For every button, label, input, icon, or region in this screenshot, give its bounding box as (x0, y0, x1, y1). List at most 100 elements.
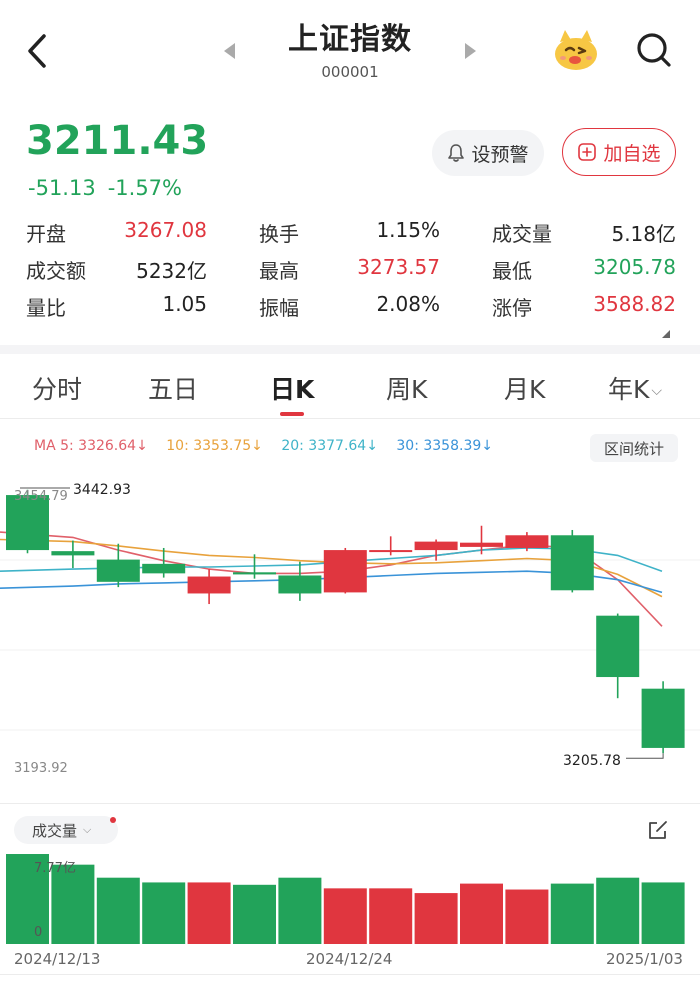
volume-bar (596, 877, 640, 944)
stat-value: 3267.08 (124, 218, 207, 242)
notification-dot (110, 817, 116, 823)
stat-high: 最高 3273.57 (259, 255, 492, 284)
range-stats-button[interactable]: 区间统计 (590, 434, 678, 462)
stat-volume: 成交量 5.18亿 (492, 218, 676, 247)
candle-body (96, 559, 140, 582)
stat-value: 5232亿 (136, 259, 207, 283)
stat-label: 最低 (492, 259, 532, 283)
stat-label: 成交量 (492, 222, 552, 246)
volume-bar (96, 877, 140, 944)
candle-body (323, 550, 367, 593)
stats-row: 开盘 3267.08 换手 1.15% 成交量 5.18亿 (26, 214, 676, 251)
volume-bar (278, 877, 322, 944)
bell-icon (448, 144, 465, 162)
volume-bar (369, 888, 413, 944)
date-mid: 2024/12/24 (306, 950, 393, 968)
low-annotation-line (626, 753, 664, 759)
search-icon (637, 33, 671, 67)
volume-bar (505, 889, 549, 944)
next-stock-button[interactable] (462, 42, 478, 60)
stat-value: 3588.82 (593, 292, 676, 316)
stat-label: 量比 (26, 296, 66, 320)
back-button[interactable] (18, 28, 58, 74)
tab-monthly-k[interactable]: 月K (504, 370, 545, 406)
mascot-icon[interactable] (552, 28, 600, 72)
candle-body (278, 575, 322, 594)
volume-bar (51, 864, 95, 944)
candle-body (550, 535, 594, 591)
stat-value: 1.15% (376, 218, 440, 242)
set-alert-button[interactable]: 设预警 (432, 130, 544, 176)
set-alert-label: 设预警 (471, 143, 529, 166)
tab-five-day[interactable]: 五日 (148, 370, 198, 406)
stat-open: 开盘 3267.08 (26, 218, 259, 247)
candle-body (233, 572, 276, 575)
candle-body (596, 615, 640, 678)
period-tabs: 分时 五日 日K 周K 月K 年K ⌵ (0, 360, 700, 418)
stat-limit-up: 涨停 3588.82 (492, 292, 676, 321)
volume-indicator-label: 成交量 (32, 821, 78, 840)
ma10-legend: 10: 3353.75↓ (166, 438, 263, 454)
tab-intraday[interactable]: 分时 (32, 370, 82, 406)
prev-stock-button[interactable] (222, 42, 238, 60)
price-axis-max: 3454.79 (14, 489, 68, 504)
change-percent: -1.57% (107, 176, 182, 200)
search-button[interactable] (634, 30, 674, 70)
stat-label: 成交额 (26, 259, 86, 283)
stats-grid: 开盘 3267.08 换手 1.15% 成交量 5.18亿 成交额 5232亿 最高 32… (26, 214, 676, 325)
ma20-legend: 20: 3377.64↓ (281, 438, 378, 454)
candle-body (187, 576, 231, 594)
add-favorite-label: 加自选 (603, 142, 661, 165)
add-favorite-button[interactable]: 加自选 (562, 128, 676, 176)
stat-label: 振幅 (259, 296, 299, 320)
volume-divider (0, 803, 700, 804)
change-amount: -51.13 (28, 176, 96, 200)
stat-value: 1.05 (162, 292, 207, 316)
price-axis-min: 3193.92 (14, 761, 68, 776)
volume-bar (641, 882, 685, 944)
volume-bar (142, 882, 186, 944)
stat-amount: 成交额 5232亿 (26, 255, 259, 284)
current-price: 3211.43 (26, 118, 209, 164)
volume-bar (233, 884, 276, 944)
volume-bar (414, 893, 458, 944)
stat-value: 3273.57 (357, 255, 440, 279)
high-annotation: 3442.93 (73, 482, 131, 498)
ma-legend: MA 5: 3326.64↓ 10: 3353.75↓ 20: 3377.64↓… (34, 438, 507, 454)
stat-label: 涨停 (492, 296, 532, 320)
stat-value: 5.18亿 (611, 222, 676, 246)
triangle-right-icon (465, 43, 476, 59)
stats-row: 量比 1.05 振幅 2.08% 涨停 3588.82 (26, 288, 676, 325)
candle-body (51, 551, 95, 556)
volume-bar (323, 888, 367, 944)
low-annotation: 3205.78 (563, 753, 621, 769)
stat-label: 开盘 (26, 222, 66, 246)
candle-body (460, 542, 503, 547)
top-bar: 上证指数 000001 (0, 0, 700, 100)
stock-code: 000001 (321, 63, 379, 81)
ma5-legend: MA 5: 3326.64↓ (34, 438, 148, 454)
stat-label: 最高 (259, 259, 299, 283)
section-divider (0, 345, 700, 354)
expand-stats-toggle[interactable] (662, 330, 670, 338)
volume-axis-max: 7.77亿 (34, 861, 76, 876)
volume-indicator-selector[interactable]: 成交量 ⌵ (14, 816, 118, 844)
tab-yearly-k[interactable]: 年K ⌵ (608, 370, 662, 406)
page-title: 上证指数 (288, 22, 412, 57)
chevron-down-icon: ⌵ (651, 383, 663, 399)
volume-chart[interactable]: 7.77亿 0 (0, 850, 700, 946)
stats-row: 成交额 5232亿 最高 3273.57 最低 3205.78 (26, 251, 676, 288)
edit-icon[interactable] (646, 818, 670, 842)
tab-daily-k[interactable]: 日K (270, 370, 314, 406)
volume-bar (550, 883, 594, 944)
tab-yearly-k-label: 年K (608, 375, 650, 404)
stat-volume-ratio: 量比 1.05 (26, 292, 259, 321)
candlestick-chart[interactable]: 3454.79 3193.92 3442.93 3205.78 (0, 470, 700, 790)
chevron-down-icon: ⌵ (83, 823, 92, 836)
stat-amplitude: 振幅 2.08% (259, 292, 492, 321)
date-end: 2025/1/03 (606, 950, 683, 968)
tab-weekly-k[interactable]: 周K (386, 370, 427, 406)
stat-low: 最低 3205.78 (492, 255, 676, 284)
ma30-legend: 30: 3358.39↓ (396, 438, 493, 454)
candle-body (414, 541, 458, 551)
